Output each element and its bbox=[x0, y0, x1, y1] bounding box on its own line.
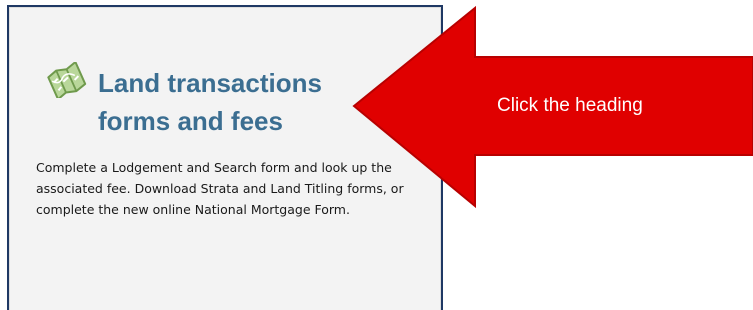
card-heading-line1[interactable]: Land transactions bbox=[98, 68, 322, 98]
map-icon bbox=[46, 61, 88, 101]
callout-label: Click the heading bbox=[497, 95, 643, 116]
card-heading-line2[interactable]: forms and fees bbox=[98, 106, 283, 136]
page: Land transactions forms and fees Complet… bbox=[0, 0, 753, 310]
